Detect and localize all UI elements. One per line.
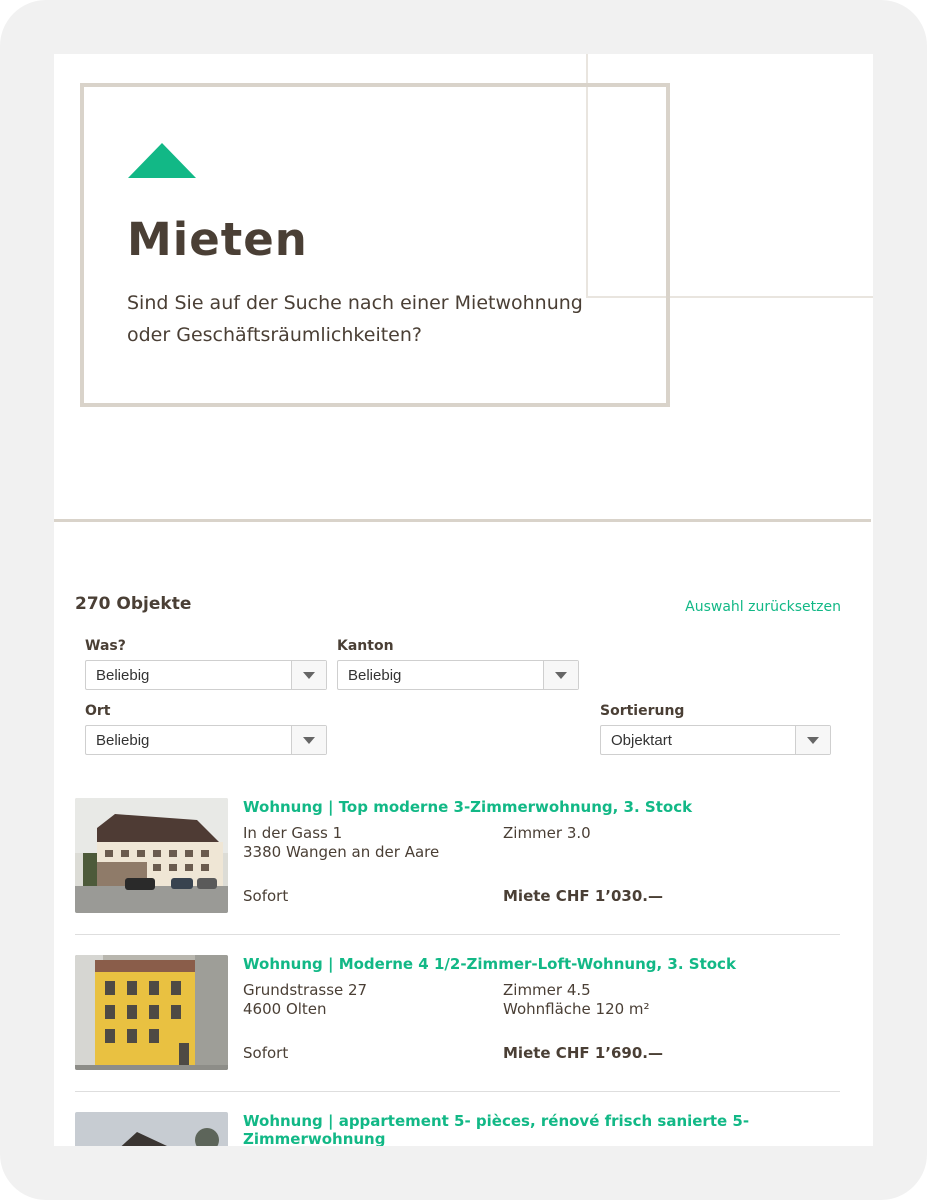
listing-availability: Sofort (243, 1044, 289, 1062)
listing-divider (75, 1091, 840, 1092)
filter-sortierung-label: Sortierung (600, 703, 685, 719)
listing-city: 4600 Olten (243, 1000, 327, 1018)
chevron-down-icon (303, 672, 315, 679)
listing-street: Grundstrasse 27 (243, 981, 368, 999)
dropdown-arrow-box (291, 726, 326, 754)
filter-ort-label: Ort (85, 703, 111, 719)
listing-item[interactable]: Wohnung | Top moderne 3-Zimmerwohnung, 3… (75, 798, 840, 918)
listing-rooms: Zimmer 4.5 (503, 981, 591, 999)
chevron-down-icon (807, 737, 819, 744)
section-divider (54, 519, 871, 522)
reset-filters-link[interactable]: Auswahl zurücksetzen (685, 599, 841, 615)
filter-kanton-select[interactable]: Beliebig (337, 660, 579, 690)
listing-title[interactable]: Wohnung | Top moderne 3-Zimmerwohnung, 3… (243, 798, 833, 816)
listing-price: Miete CHF 1’030.— (503, 887, 663, 905)
listing-availability: Sofort (243, 887, 289, 905)
listing-photo[interactable] (75, 1112, 228, 1146)
listing-price: Miete CHF 1’690.— (503, 1044, 663, 1062)
chevron-down-icon (555, 672, 567, 679)
hero-box: Mieten Sind Sie auf der Suche nach einer… (80, 83, 670, 407)
triangle-logo-icon (128, 143, 196, 178)
dropdown-arrow-box (291, 661, 326, 689)
dropdown-arrow-box (795, 726, 830, 754)
dropdown-arrow-box (543, 661, 578, 689)
listing-item[interactable]: Wohnung | appartement 5- pièces, rénové … (75, 1112, 840, 1146)
filter-ort-select[interactable]: Beliebig (85, 725, 327, 755)
listing-rooms: Zimmer 3.0 (503, 824, 591, 842)
screen: Mieten Sind Sie auf der Suche nach einer… (54, 54, 873, 1146)
filter-ort-value: Beliebig (96, 732, 150, 749)
filter-was-select[interactable]: Beliebig (85, 660, 327, 690)
listing-title[interactable]: Wohnung | appartement 5- pièces, rénové … (243, 1112, 833, 1146)
listing-street: In der Gass 1 (243, 824, 343, 842)
listing-divider (75, 934, 840, 935)
listing-area: Wohnfläche 120 m² (503, 1000, 650, 1018)
page-subtitle: Sind Sie auf der Suche nach einer Mietwo… (127, 292, 583, 346)
listing-photo[interactable] (75, 798, 228, 913)
filter-sortierung-value: Objektart (611, 732, 672, 749)
page-title: Mieten (127, 213, 308, 266)
results-count: 270 Objekte (75, 594, 192, 614)
chevron-down-icon (303, 737, 315, 744)
filter-sortierung-select[interactable]: Objektart (600, 725, 831, 755)
listing-title[interactable]: Wohnung | Moderne 4 1/2-Zimmer-Loft-Wohn… (243, 955, 833, 973)
filter-was-value: Beliebig (96, 667, 150, 684)
listing-item[interactable]: Wohnung | Moderne 4 1/2-Zimmer-Loft-Wohn… (75, 955, 840, 1075)
listing-city: 3380 Wangen an der Aare (243, 843, 440, 861)
filter-kanton-value: Beliebig (348, 667, 402, 684)
filter-kanton-label: Kanton (337, 638, 394, 654)
tablet-frame: Mieten Sind Sie auf der Suche nach einer… (0, 0, 927, 1200)
filter-was-label: Was? (85, 638, 126, 654)
listing-photo[interactable] (75, 955, 228, 1070)
